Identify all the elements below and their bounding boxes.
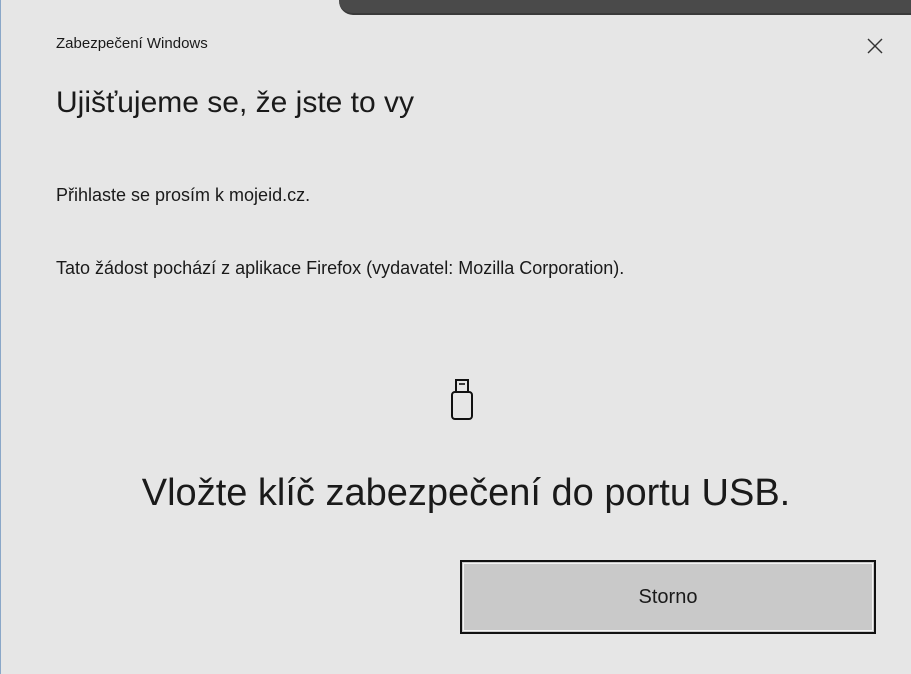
sign-in-text: Přihlaste se prosím k mojeid.cz. (56, 185, 311, 205)
close-icon (867, 38, 883, 54)
usb-key-icon (449, 378, 477, 422)
background-window-edge (339, 0, 911, 15)
security-dialog: Zabezpečení Windows Ujišťujeme se, že js… (0, 0, 911, 674)
insert-key-instruction: Vložte klíč zabezpečení do portu USB. (141, 472, 791, 514)
dialog-title: Zabezpečení Windows (56, 35, 208, 52)
dialog-heading: Ujišťujeme se, že jste to vy (56, 86, 415, 119)
close-button[interactable] (860, 31, 890, 61)
cancel-button[interactable]: Storno (460, 560, 876, 634)
request-origin-text: Tato žádost pochází z aplikace Firefox (… (56, 258, 625, 278)
